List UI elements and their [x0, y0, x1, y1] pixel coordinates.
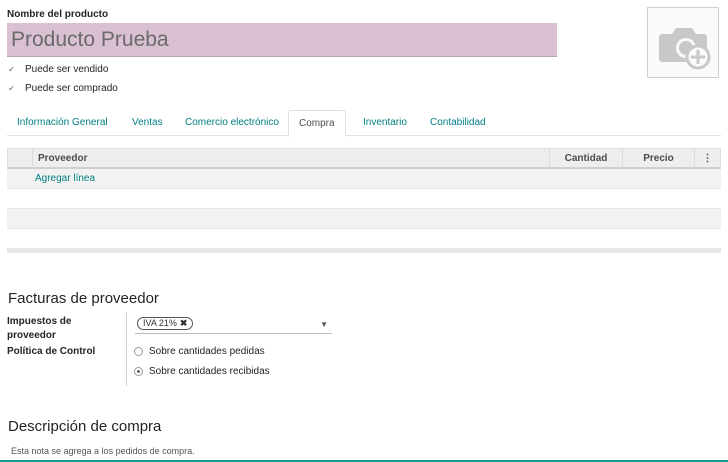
chevron-down-icon[interactable]: ▼ — [320, 320, 328, 329]
can-be-purchased-label: Puede ser comprado — [25, 83, 118, 94]
radio-icon[interactable] — [134, 347, 143, 356]
tab-inventario[interactable]: Inventario — [353, 110, 417, 136]
product-name-input[interactable] — [7, 23, 557, 57]
product-image-upload[interactable] — [647, 7, 719, 78]
column-proveedor[interactable]: Proveedor — [32, 149, 87, 168]
product-name-label: Nombre del producto — [7, 9, 109, 20]
table-row — [7, 229, 721, 249]
tax-tag-label: IVA 21% — [143, 318, 177, 328]
column-precio[interactable]: Precio — [622, 149, 694, 168]
table-row — [7, 189, 721, 209]
vendor-taxes-label: Impuestos de proveedor — [7, 316, 72, 341]
table-row — [7, 209, 721, 229]
tab-contabilidad[interactable]: Contabilidad — [420, 110, 496, 136]
radio-ordered-quantities[interactable]: Sobre cantidades pedidas — [134, 346, 265, 357]
vendor-taxes-field[interactable]: IVA 21% ✖ ▼ — [135, 315, 332, 334]
table-footer — [7, 249, 721, 253]
divider — [126, 312, 127, 386]
vendor-table: Proveedor Cantidad Precio ⋮ Agregar líne… — [7, 148, 721, 253]
remove-tag-icon[interactable]: ✖ — [180, 318, 188, 329]
tab-comercio-electronico[interactable]: Comercio electrónico — [175, 110, 289, 136]
purchase-description-title: Descripción de compra — [8, 418, 162, 435]
tab-ventas[interactable]: Ventas — [122, 110, 173, 136]
can-be-purchased-row[interactable]: ✔ Puede ser comprado — [7, 83, 118, 94]
tab-informacion-general[interactable]: Información General — [7, 110, 118, 136]
purchase-note[interactable]: Esta nota se agrega a los pedidos de com… — [11, 446, 195, 456]
tax-tag[interactable]: IVA 21% ✖ — [137, 317, 194, 330]
tab-compra[interactable]: Compra — [288, 110, 346, 137]
radio-label: Sobre cantidades pedidas — [149, 346, 265, 357]
table-header: Proveedor Cantidad Precio ⋮ — [7, 148, 721, 169]
camera-add-icon — [659, 28, 711, 70]
can-be-sold-row[interactable]: ✔ Puede ser vendido — [7, 64, 108, 75]
radio-label: Sobre cantidades recibidas — [149, 366, 270, 377]
checkmark-icon[interactable]: ✔ — [7, 84, 16, 93]
table-row: Agregar línea — [7, 169, 721, 189]
add-line-link[interactable]: Agregar línea — [35, 173, 95, 184]
can-be-sold-label: Puede ser vendido — [25, 64, 109, 75]
vendor-bills-title: Facturas de proveedor — [8, 290, 159, 307]
control-policy-label: Política de Control — [7, 346, 96, 357]
radio-icon[interactable] — [134, 367, 143, 376]
optional-columns-icon[interactable]: ⋮ — [694, 149, 720, 168]
column-cantidad[interactable]: Cantidad — [549, 149, 622, 168]
product-tabs: Información General Ventas Comercio elec… — [7, 110, 721, 137]
checkmark-icon[interactable]: ✔ — [7, 65, 16, 74]
radio-received-quantities[interactable]: Sobre cantidades recibidas — [134, 366, 270, 377]
